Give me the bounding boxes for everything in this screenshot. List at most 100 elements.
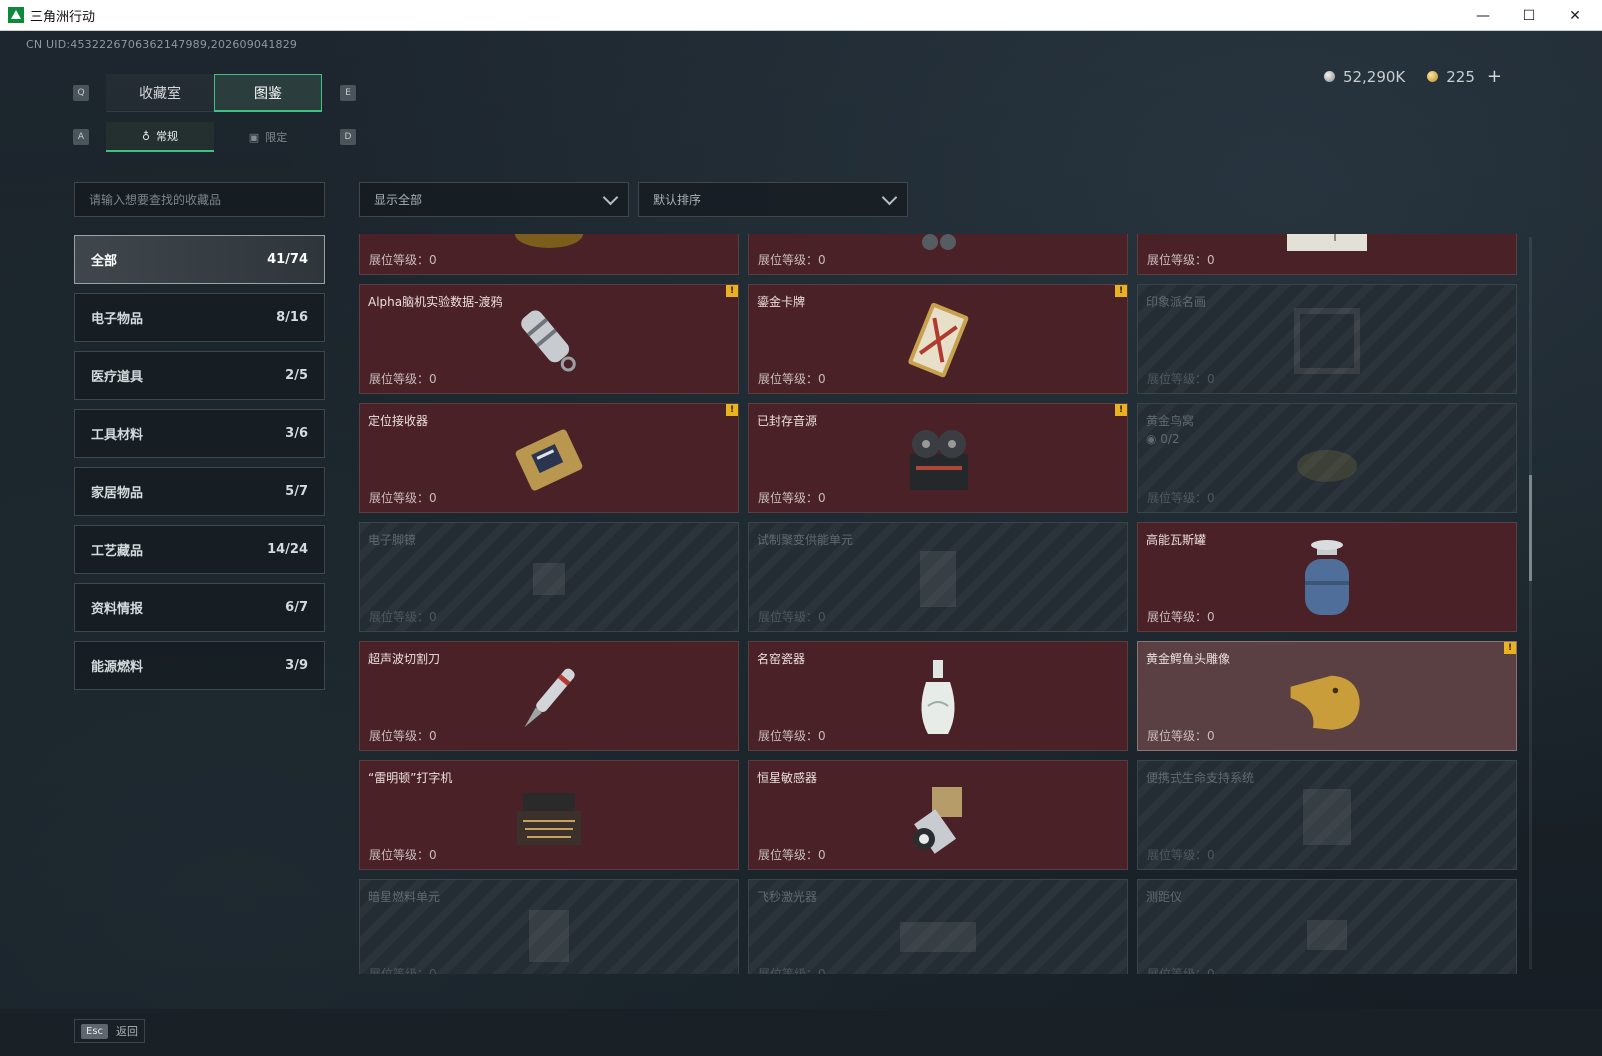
item-name: 印象派名画 xyxy=(1146,295,1207,309)
window-titlebar: 三角洲行动 — ☐ ✕ xyxy=(0,0,1602,31)
item-card[interactable]: Alpha脑机实验数据-渡鸦 展位等级：0! xyxy=(359,284,739,394)
level-label: 展位等级： xyxy=(1147,848,1208,862)
sort-dropdown[interactable]: 默认排序 xyxy=(638,182,908,217)
new-badge-icon: ! xyxy=(726,285,738,297)
level-value: 0 xyxy=(818,253,826,267)
item-card[interactable]: 名窑瓷器展位等级：0 xyxy=(748,641,1128,751)
level-value: 0 xyxy=(818,848,826,862)
item-card[interactable]: 展位等级：0 xyxy=(1137,234,1517,275)
level-value: 0 xyxy=(818,729,826,743)
category-electronics[interactable]: 电子物品 8/16 xyxy=(74,293,325,342)
limited-icon: ▣ xyxy=(248,130,260,144)
level-value: 0 xyxy=(1207,967,1215,974)
item-level: 展位等级：0 xyxy=(369,846,437,863)
gilded-card-icon xyxy=(896,299,980,383)
item-name: “雷明顿”打字机 xyxy=(368,771,453,785)
collection-screen: CN UID:4532226706362147989,202609041829 … xyxy=(0,31,1602,1056)
level-value: 0 xyxy=(1207,253,1215,267)
search-input[interactable] xyxy=(89,192,309,207)
category-all[interactable]: 全部 41/74 xyxy=(74,235,325,284)
sort-dropdown-value: 默认排序 xyxy=(653,193,702,207)
level-label: 展位等级： xyxy=(758,610,819,624)
item-level: 展位等级：0 xyxy=(758,846,826,863)
maximize-button[interactable]: ☐ xyxy=(1506,0,1552,31)
uid-label: CN UID:4532226706362147989,202609041829 xyxy=(26,38,298,51)
category-energy[interactable]: 能源燃料 3/9 xyxy=(74,641,325,690)
gold-crocodile-icon xyxy=(1285,656,1369,740)
ankle-monitor-icon xyxy=(507,537,591,621)
back-button[interactable]: Esc 返回 xyxy=(74,1019,146,1043)
level-label: 展位等级： xyxy=(1147,967,1208,974)
category-household[interactable]: 家居物品 5/7 xyxy=(74,467,325,516)
level-label: 展位等级： xyxy=(369,491,430,505)
item-card[interactable]: 电子脚镣 展位等级：0 xyxy=(359,522,739,632)
device-icon xyxy=(896,234,980,264)
regular-icon: ♁ xyxy=(141,129,151,143)
level-value: 0 xyxy=(429,372,437,386)
item-name: 名窑瓷器 xyxy=(757,652,806,666)
sub-tabs: ♁ 常规 ▣ 限定 xyxy=(106,122,322,152)
item-card[interactable]: 黄金鳄鱼头雕像 展位等级：0! xyxy=(1137,641,1517,751)
level-label: 展位等级： xyxy=(758,729,819,743)
item-level: 展位等级：0 xyxy=(369,608,437,625)
minimize-button[interactable]: — xyxy=(1460,0,1506,31)
item-card[interactable]: 高能瓦斯罐 展位等级：0 xyxy=(1137,522,1517,632)
level-value: 0 xyxy=(429,848,437,862)
item-level: 展位等级：0 xyxy=(758,251,826,268)
search-box[interactable] xyxy=(74,182,325,217)
item-card[interactable]: 试制聚变供能单元 展位等级：0 xyxy=(748,522,1128,632)
grid-scrollbar[interactable] xyxy=(1529,237,1532,969)
level-label: 展位等级： xyxy=(758,253,819,267)
level-label: 展位等级： xyxy=(369,729,430,743)
level-label: 展位等级： xyxy=(369,253,430,267)
app-logo-icon xyxy=(8,7,24,23)
level-value: 0 xyxy=(818,491,826,505)
level-label: 展位等级： xyxy=(758,491,819,505)
item-level: 展位等级：0 xyxy=(758,489,826,506)
item-card[interactable]: 黄金鸟窝 ◉ 0/2 展位等级：0 xyxy=(1137,403,1517,513)
item-name: 便携式生命支持系统 xyxy=(1146,771,1255,785)
item-card[interactable]: 便携式生命支持系统 展位等级：0 xyxy=(1137,760,1517,870)
item-card[interactable]: 测距仪 展位等级：0 xyxy=(1137,879,1517,974)
item-name: 暗星燃料单元 xyxy=(368,890,441,904)
tape-recorder-icon xyxy=(896,418,980,502)
category-label: 工具材料 xyxy=(91,428,144,443)
item-name: 飞秒激光器 xyxy=(757,890,818,904)
item-card[interactable]: “雷明顿”打字机 展位等级：0 xyxy=(359,760,739,870)
category-tools[interactable]: 工具材料 3/6 xyxy=(74,409,325,458)
currency-bar: 52,290K 225 + xyxy=(1323,66,1502,87)
category-crafts[interactable]: 工艺藏品 14/24 xyxy=(74,525,325,574)
new-badge-icon: ! xyxy=(1504,642,1516,654)
filter-dropdown[interactable]: 显示全部 xyxy=(359,182,629,217)
item-progress: ◉ 0/2 xyxy=(1146,432,1180,446)
category-medical[interactable]: 医疗道具 2/5 xyxy=(74,351,325,400)
scrollbar-thumb[interactable] xyxy=(1529,475,1532,581)
item-card[interactable]: 展位等级：0 xyxy=(359,234,739,275)
close-button[interactable]: ✕ xyxy=(1552,0,1598,31)
category-intel[interactable]: 资料情报 6/7 xyxy=(74,583,325,632)
item-card[interactable]: 恒星敏感器 展位等级：0 xyxy=(748,760,1128,870)
item-card[interactable]: 定位接收器 展位等级：0! xyxy=(359,403,739,513)
item-card[interactable]: 飞秒激光器 展位等级：0 xyxy=(748,879,1128,974)
category-count: 6/7 xyxy=(285,600,308,615)
add-currency-button[interactable]: + xyxy=(1487,66,1502,87)
tab-collection-room[interactable]: 收藏室 xyxy=(106,74,214,112)
category-label: 能源燃料 xyxy=(91,660,144,675)
item-card[interactable]: 鎏金卡牌 展位等级：0! xyxy=(748,284,1128,394)
item-card[interactable]: 暗星燃料单元 展位等级：0 xyxy=(359,879,739,974)
item-name: Alpha脑机实验数据-渡鸦 xyxy=(368,295,503,309)
item-card[interactable]: 印象派名画 展位等级：0 xyxy=(1137,284,1517,394)
item-level: 展位等级：0 xyxy=(1147,727,1215,744)
item-card[interactable]: 展位等级：0 xyxy=(748,234,1128,275)
tab-catalog[interactable]: 图鉴 xyxy=(214,74,322,112)
level-label: 展位等级： xyxy=(758,967,819,974)
new-badge-icon: ! xyxy=(726,404,738,416)
tab-limited[interactable]: ▣ 限定 xyxy=(214,122,322,152)
item-card[interactable]: 已封存音源 展位等级：0! xyxy=(748,403,1128,513)
esc-key-hint: Esc xyxy=(81,1023,109,1039)
tab-regular[interactable]: ♁ 常规 xyxy=(106,122,214,152)
item-level: 展位等级：0 xyxy=(758,727,826,744)
item-name: 高能瓦斯罐 xyxy=(1146,533,1207,547)
item-card[interactable]: 超声波切割刀 展位等级：0 xyxy=(359,641,739,751)
item-name: 黄金鸟窝 xyxy=(1146,414,1195,428)
